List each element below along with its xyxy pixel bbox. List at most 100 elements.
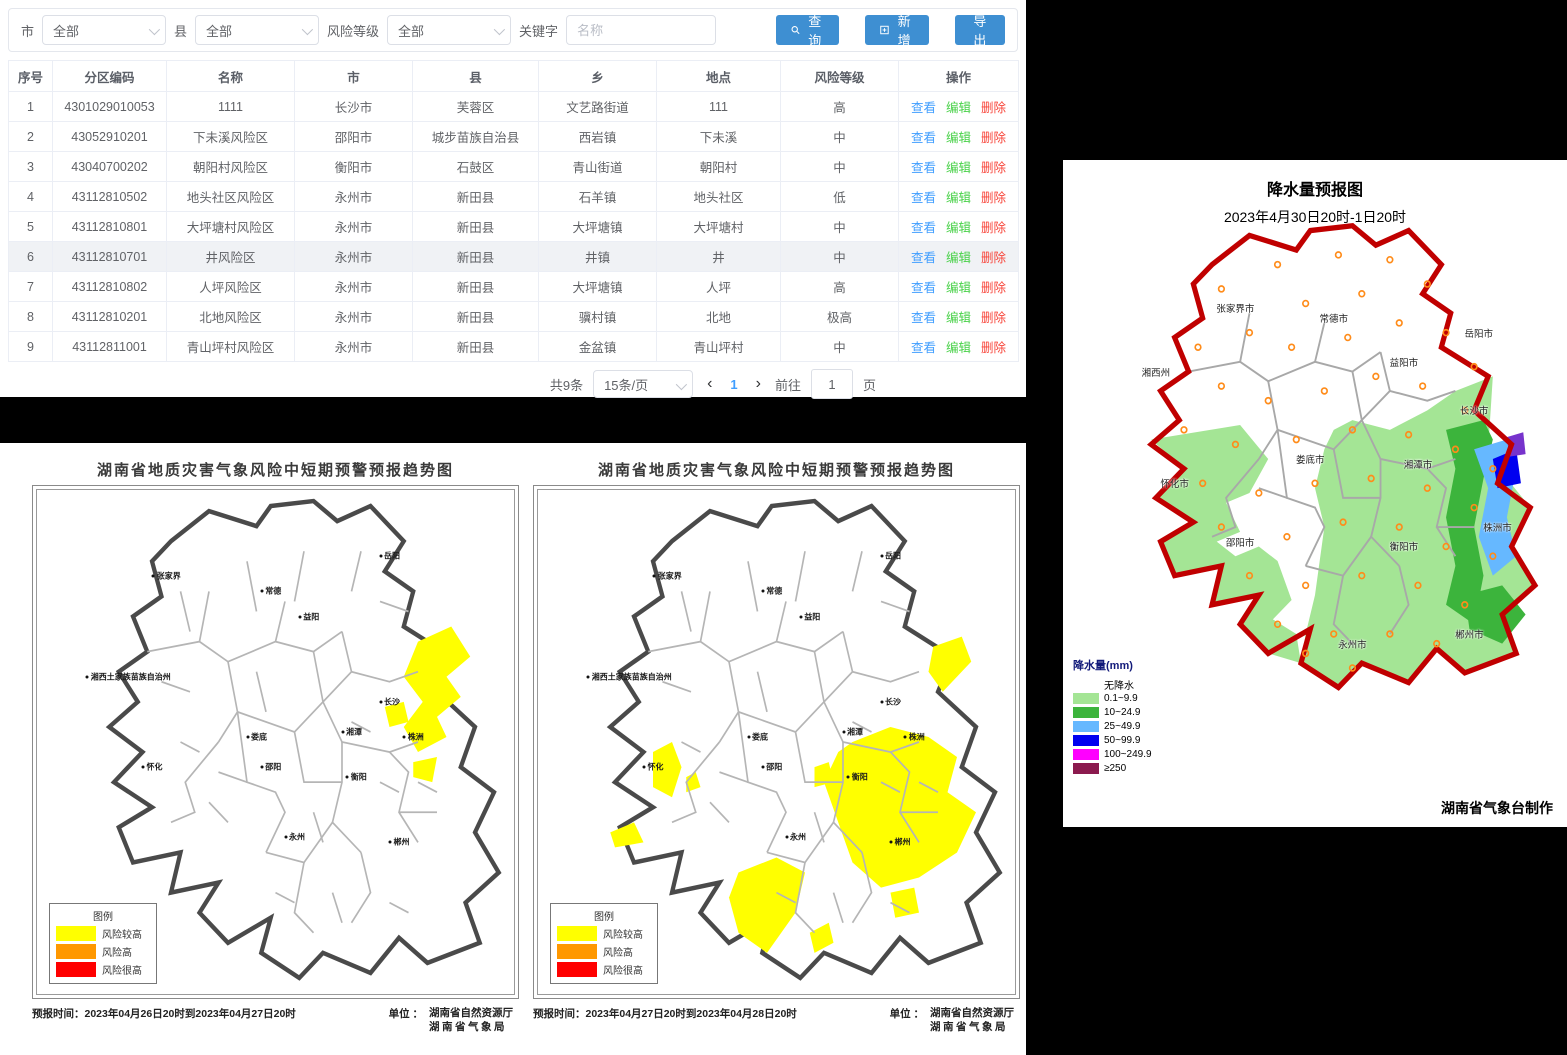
delete-link[interactable]: 删除: [981, 101, 1006, 115]
city-dot-icon: [246, 735, 249, 738]
edit-link[interactable]: 编辑: [946, 281, 971, 295]
row-level: 中: [781, 332, 899, 362]
city-label: 张家界: [152, 571, 181, 582]
city-dot-icon: [842, 730, 845, 733]
legend-swatch: [56, 944, 96, 959]
row-name: 青山坪村风险区: [167, 332, 295, 362]
view-link[interactable]: 查看: [911, 101, 936, 115]
next-page-button[interactable]: ›: [752, 376, 765, 392]
table-row: 943112811001青山坪村风险区永州市新田县金盆镇青山坪村中查看编辑删除: [9, 332, 1019, 362]
row-county: 新田县: [413, 302, 539, 332]
delete-link[interactable]: 删除: [981, 191, 1006, 205]
view-link[interactable]: 查看: [911, 311, 936, 325]
row-county: 城步苗族自治县: [413, 122, 539, 152]
delete-link[interactable]: 删除: [981, 161, 1006, 175]
edit-link[interactable]: 编辑: [946, 161, 971, 175]
edit-link[interactable]: 编辑: [946, 221, 971, 235]
goto-page-input[interactable]: [811, 369, 853, 399]
column-header: 分区编码: [53, 61, 167, 92]
search-button[interactable]: 查询: [776, 15, 839, 45]
delete-link[interactable]: 删除: [981, 221, 1006, 235]
city-select[interactable]: 全部: [42, 15, 166, 45]
row-level: 中: [781, 212, 899, 242]
prev-page-button[interactable]: ‹: [703, 376, 716, 392]
row-town: 文艺路街道: [539, 92, 657, 122]
risk-level-select-value: 全部: [398, 21, 424, 40]
county-select[interactable]: 全部: [195, 15, 319, 45]
row-level: 中: [781, 122, 899, 152]
column-header: 风险等级: [781, 61, 899, 92]
forecast-time: 预报时间：2023年04月27日20时到2023年04月28日20时: [533, 1006, 797, 1021]
export-button[interactable]: 导出: [955, 15, 1005, 45]
city-label: 湘西土家族苗族自治州: [587, 671, 672, 682]
goto-label: 前往: [775, 375, 801, 394]
risk-level-select[interactable]: 全部: [387, 15, 511, 45]
delete-link[interactable]: 删除: [981, 281, 1006, 295]
table-body: 143010290100531111长沙市芙蓉区文艺路街道111高查看编辑删除2…: [9, 92, 1019, 362]
column-header: 市: [295, 61, 413, 92]
city-label: 湘西土家族苗族自治州: [86, 671, 171, 682]
keyword-input[interactable]: [566, 15, 716, 45]
add-button[interactable]: 新增: [865, 15, 928, 45]
legend-label: 风险较高: [603, 926, 643, 941]
edit-link[interactable]: 编辑: [946, 101, 971, 115]
city-dot-icon: [761, 590, 764, 593]
row-place: 下未溪: [657, 122, 781, 152]
total-count: 共9条: [550, 375, 583, 394]
delete-link[interactable]: 删除: [981, 251, 1006, 265]
precip-legend-item: 0.1~9.9: [1073, 691, 1223, 705]
row-name: 大坪塘村风险区: [167, 212, 295, 242]
row-seq: 3: [9, 152, 53, 182]
view-link[interactable]: 查看: [911, 221, 936, 235]
row-city: 永州市: [295, 332, 413, 362]
edit-link[interactable]: 编辑: [946, 251, 971, 265]
city-dot-icon: [643, 766, 646, 769]
row-place: 北地: [657, 302, 781, 332]
city-dot-icon: [389, 841, 392, 844]
edit-link[interactable]: 编辑: [946, 311, 971, 325]
precip-legend-item: 50~99.9: [1073, 733, 1223, 747]
city-label: 郴州: [389, 837, 410, 848]
city-label: 郴州: [890, 837, 911, 848]
precip-legend-swatch: [1073, 693, 1099, 704]
page-size-select[interactable]: 15条/页: [593, 370, 693, 398]
edit-link[interactable]: 编辑: [946, 131, 971, 145]
view-link[interactable]: 查看: [911, 281, 936, 295]
table-header-row: 序号分区编码名称市县乡地点风险等级操作: [9, 61, 1019, 92]
row-actions: 查看编辑删除: [899, 332, 1019, 362]
view-link[interactable]: 查看: [911, 161, 936, 175]
precip-legend-swatch: [1073, 749, 1099, 760]
row-seq: 1: [9, 92, 53, 122]
edit-link[interactable]: 编辑: [946, 341, 971, 355]
row-city: 永州市: [295, 212, 413, 242]
edit-link[interactable]: 编辑: [946, 191, 971, 205]
city-label: 常德市: [1319, 311, 1348, 325]
precip-legend-item: 25~49.9: [1073, 719, 1223, 733]
city-label: 株洲市: [1483, 520, 1512, 534]
city-label: 岳阳市: [1465, 326, 1494, 340]
view-link[interactable]: 查看: [911, 191, 936, 205]
legend-item: 风险很高: [557, 962, 651, 977]
row-actions: 查看编辑删除: [899, 302, 1019, 332]
page-size-value: 15条/页: [604, 375, 648, 394]
legend-swatch: [557, 962, 597, 977]
city-label: 衡阳: [847, 772, 868, 783]
city-label: 娄底: [747, 731, 768, 742]
city-dot-icon: [653, 575, 656, 578]
row-code: 4301029010053: [53, 92, 167, 122]
current-page[interactable]: 1: [726, 377, 741, 392]
city-dot-icon: [379, 700, 382, 703]
delete-link[interactable]: 删除: [981, 341, 1006, 355]
trend-map-legend: 图例 风险较高风险高风险很高: [49, 903, 157, 984]
precip-map-title: 降水量预报图: [1063, 176, 1567, 200]
precip-legend-label: 25~49.9: [1104, 721, 1140, 732]
delete-link[interactable]: 删除: [981, 131, 1006, 145]
forecast-time: 预报时间：2023年04月26日20时到2023年04月27日20时: [32, 1006, 296, 1021]
chevron-down-icon: [676, 379, 687, 390]
city-dot-icon: [142, 766, 145, 769]
view-link[interactable]: 查看: [911, 251, 936, 265]
legend-label: 风险很高: [603, 962, 643, 977]
view-link[interactable]: 查看: [911, 341, 936, 355]
view-link[interactable]: 查看: [911, 131, 936, 145]
delete-link[interactable]: 删除: [981, 311, 1006, 325]
